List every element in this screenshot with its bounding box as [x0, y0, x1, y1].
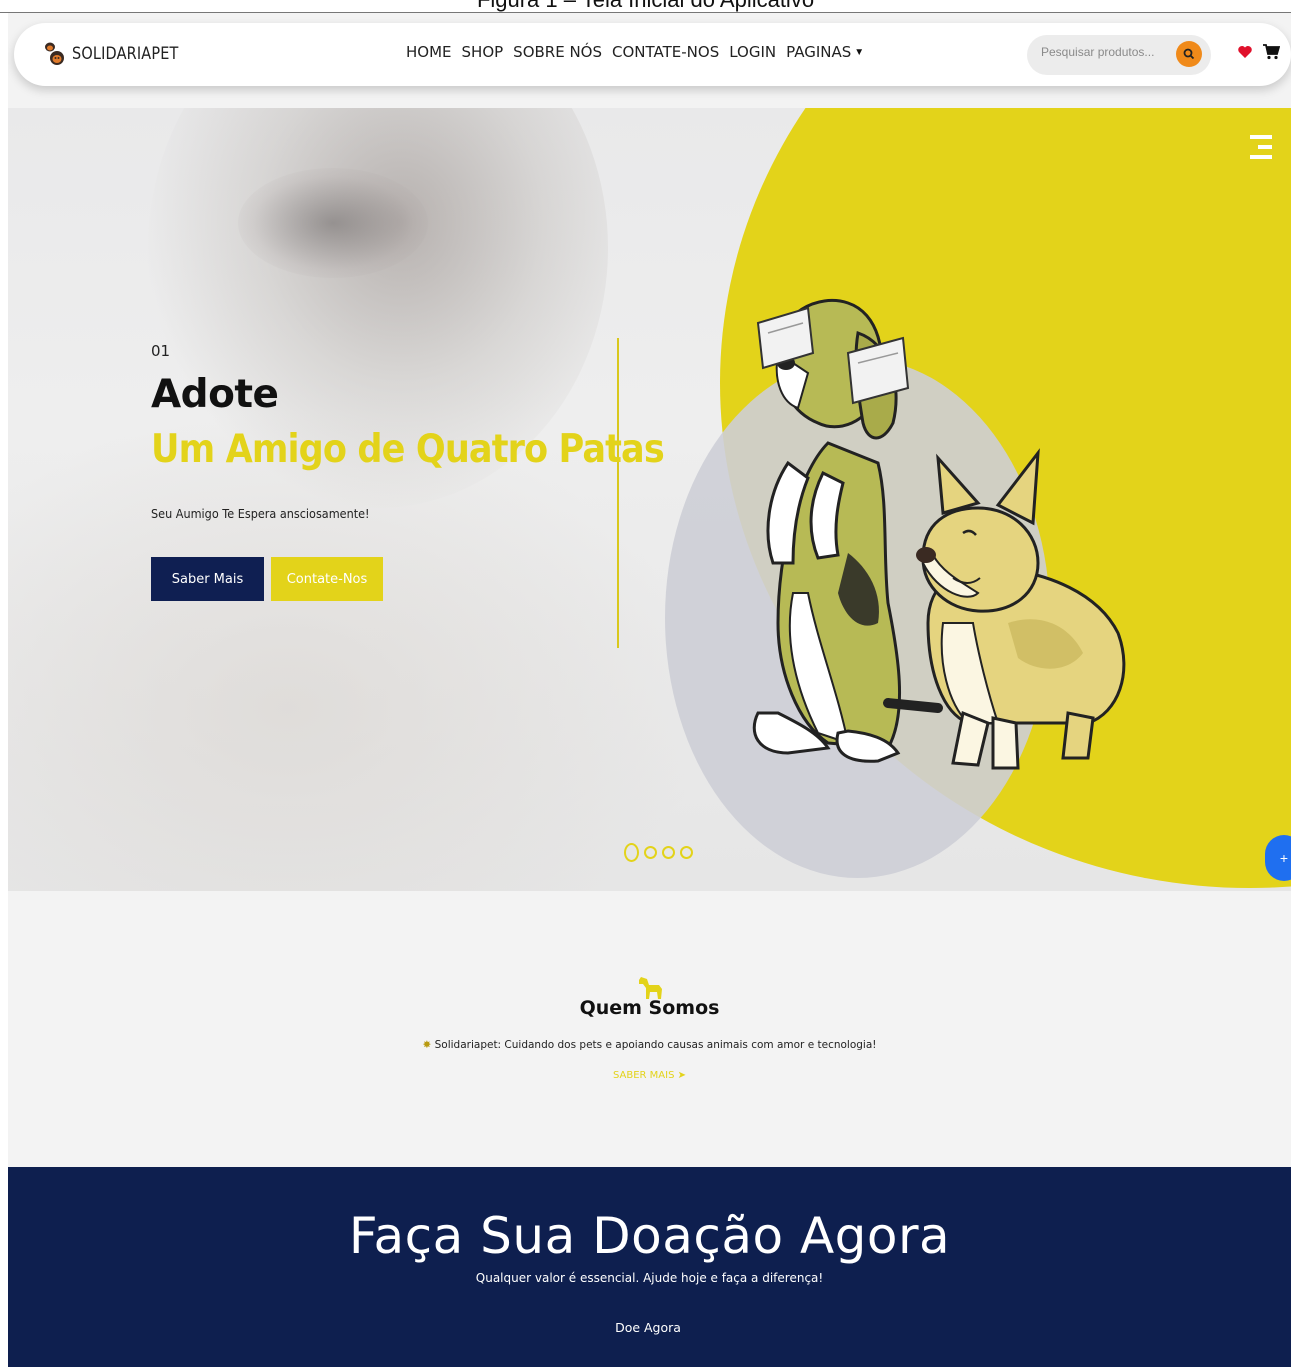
cart-icon[interactable]	[1262, 43, 1281, 61]
navbar: SOLIDARIAPET HOME SHOP SOBRE NÓS CONTATE…	[14, 23, 1291, 86]
sparkle-icon: ✸	[422, 1039, 435, 1051]
send-icon: ➤	[677, 1070, 687, 1081]
heart-icon[interactable]	[1237, 44, 1253, 60]
slider-dot-3[interactable]	[662, 846, 675, 859]
hero-title: Adote	[151, 372, 279, 417]
hero-subtitle: Um Amigo de Quatro Patas	[151, 427, 665, 472]
menu-paginas: PAGINAS	[786, 43, 852, 61]
menu-paginas-dropdown[interactable]: PAGINAS ▼	[786, 43, 864, 62]
caret-down-icon: ▼	[854, 47, 865, 58]
doe-agora-button[interactable]: Doe Agora	[598, 1315, 698, 1339]
saber-mais-button[interactable]: Saber Mais	[151, 557, 264, 601]
brand[interactable]: SOLIDARIAPET	[44, 41, 197, 67]
figure-caption: Figura 1 – Tela Inicial do Aplicativo	[0, 0, 1291, 12]
donation-title: Faça Sua Doação Agora	[348, 1207, 951, 1265]
floating-plus-button[interactable]: +	[1265, 835, 1291, 881]
about-text: ✸ Solidariapet: Cuidando dos pets e apoi…	[8, 1039, 1291, 1051]
menu-home[interactable]: HOME	[406, 43, 452, 62]
hero-banner: 01 Adote Um Amigo de Quatro Patas Seu Au…	[8, 108, 1291, 891]
about-saber-mais-link[interactable]: SABER MAIS ➤	[8, 1070, 1291, 1081]
brand-name: SOLIDARIAPET	[72, 44, 179, 64]
slider-dot-4[interactable]	[680, 846, 693, 859]
donation-section: Faça Sua Doação Agora Qualquer valor é e…	[8, 1167, 1291, 1367]
main-menu: HOME SHOP SOBRE NÓS CONTATE-NOS LOGIN PA…	[406, 43, 864, 62]
paw-icon	[44, 42, 66, 66]
hamburger-menu-icon[interactable]	[1250, 133, 1276, 161]
about-description: Solidariapet: Cuidando dos pets e apoian…	[434, 1039, 877, 1051]
slide-number: 01	[151, 342, 171, 360]
hero-tagline: Seu Aumigo Te Espera ansciosamente!	[151, 506, 370, 521]
menu-sobre-nos[interactable]: SOBRE NÓS	[513, 43, 602, 62]
menu-contate-nos[interactable]: CONTATE-NOS	[612, 43, 719, 62]
search-icon	[1183, 48, 1195, 60]
about-link-label: SABER MAIS	[612, 1070, 675, 1081]
contate-nos-button[interactable]: Contate-Nos	[271, 557, 383, 601]
menu-shop[interactable]: SHOP	[462, 43, 504, 62]
search-input[interactable]	[1041, 45, 1171, 59]
hero-divider	[617, 338, 619, 648]
slider-dot-1[interactable]	[624, 843, 639, 862]
dogs-illustration	[752, 298, 1126, 770]
menu-login[interactable]: LOGIN	[729, 43, 776, 62]
slider-dot-2[interactable]	[644, 846, 657, 859]
about-title: Quem Somos	[579, 997, 720, 1019]
app-screen: SOLIDARIAPET HOME SHOP SOBRE NÓS CONTATE…	[8, 13, 1291, 1367]
donation-subtitle: Qualquer valor é essencial. Ajude hoje e…	[475, 1271, 824, 1285]
about-section: Quem Somos ✸ Solidariapet: Cuidando dos …	[8, 891, 1291, 1167]
hero-photo-dog-mouth	[238, 168, 428, 278]
hero-photo-fur	[8, 408, 708, 891]
slider-dots	[624, 843, 693, 862]
search-button[interactable]	[1176, 41, 1202, 67]
